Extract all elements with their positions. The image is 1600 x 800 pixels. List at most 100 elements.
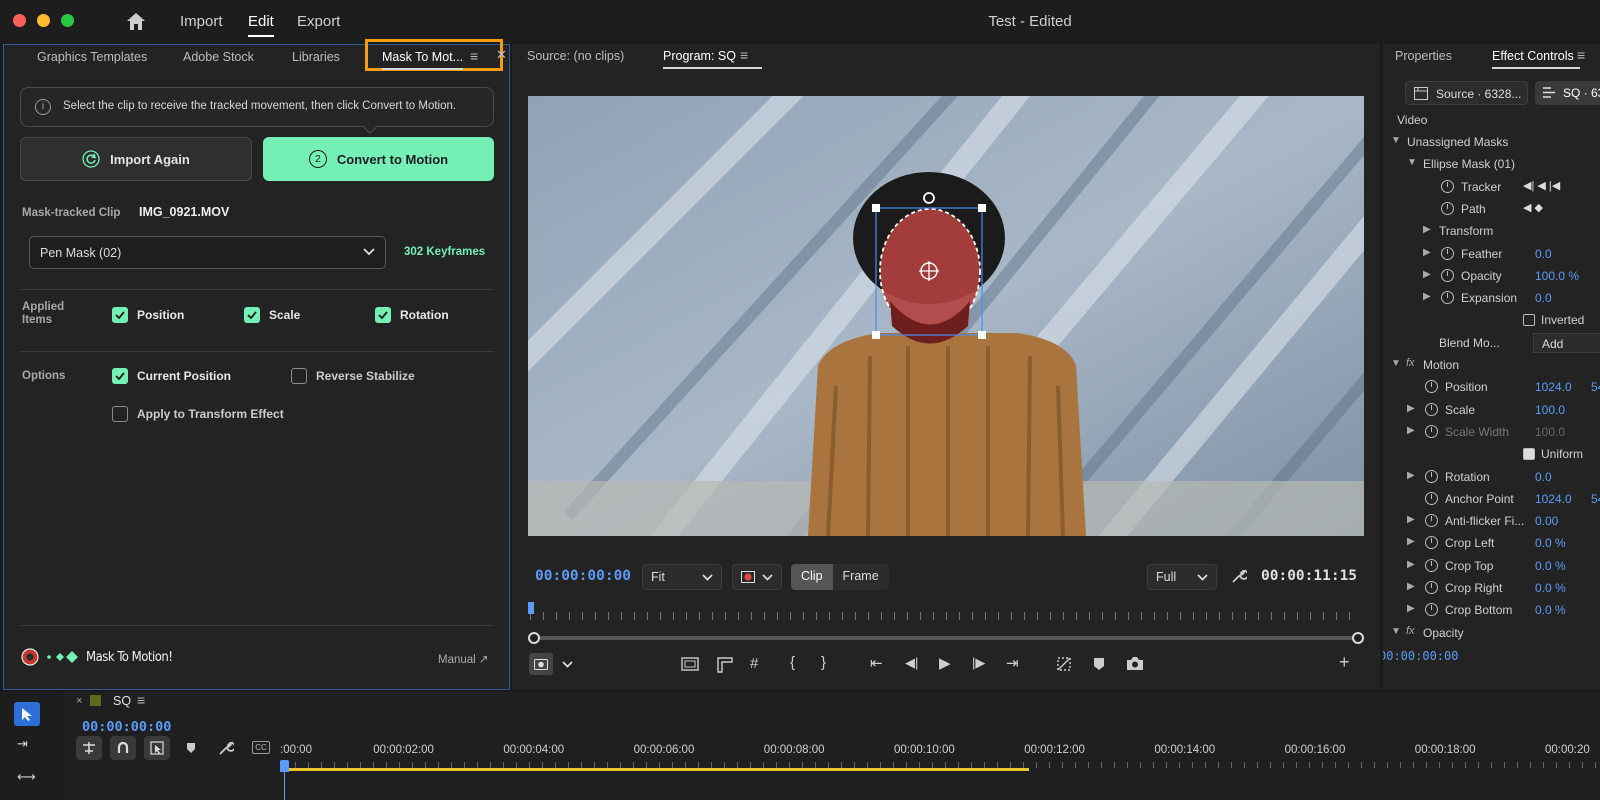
effect-row[interactable]: ▶ Crop Top 0.0 % <box>1383 555 1600 577</box>
play-icon[interactable]: ▶ <box>939 654 951 672</box>
disclosure-collapsed-icon[interactable]: ▶ <box>1407 581 1415 592</box>
fx-badge-icon[interactable]: fx <box>1406 625 1415 637</box>
ruler-icon[interactable] <box>717 657 733 673</box>
nest-toggle-button[interactable] <box>76 736 102 760</box>
disclosure-expanded-icon[interactable]: ▼ <box>1391 135 1401 146</box>
timeline-timecode[interactable]: 00:00:00:00 <box>82 719 171 735</box>
checkbox-reverse-stabilize[interactable]: Reverse Stabilize <box>291 368 415 384</box>
effect-row-value[interactable]: 0.0 % <box>1535 559 1566 573</box>
disclosure-collapsed-icon[interactable]: ▶ <box>1407 536 1415 547</box>
effect-row[interactable]: ▶ Scale 100.0 <box>1383 399 1600 421</box>
disclosure-collapsed-icon[interactable]: ▶ <box>1407 470 1415 481</box>
checkbox-position[interactable]: Position <box>112 307 184 323</box>
zoom-handle-right[interactable] <box>1352 632 1364 644</box>
effect-row[interactable]: ▶ Scale Width 100.0 <box>1383 421 1600 443</box>
effect-row[interactable]: Uniform <box>1383 443 1600 465</box>
effect-row-value[interactable]: 100.0 % <box>1535 269 1579 283</box>
current-timecode[interactable]: 00:00:00:00 <box>535 568 631 584</box>
sequence-menu-icon[interactable]: ≡ <box>137 692 145 708</box>
effect-row[interactable]: ▶ Feather 0.0 <box>1383 243 1600 265</box>
stopwatch-icon[interactable] <box>1425 380 1438 394</box>
panel-menu-icon[interactable]: ≡ <box>470 48 478 64</box>
monitor-time-ruler[interactable] <box>530 612 1358 620</box>
disclosure-collapsed-icon[interactable]: ▶ <box>1423 269 1431 280</box>
effect-row[interactable]: Inverted <box>1383 309 1600 331</box>
disclosure-collapsed-icon[interactable]: ▶ <box>1407 514 1415 525</box>
timeline-settings-wrench-icon[interactable] <box>218 740 234 756</box>
step-forward-icon[interactable]: |▶ <box>972 655 985 671</box>
tab-mask-to-motion[interactable]: Mask To Mot... <box>382 50 464 70</box>
effect-row-value[interactable]: 0.0 % <box>1535 536 1566 550</box>
tab-program[interactable]: Program: SQ <box>663 49 762 69</box>
effect-row[interactable]: Blend Mo... Add <box>1383 332 1600 354</box>
frame-toggle-button[interactable]: Frame <box>833 564 889 590</box>
stopwatch-icon[interactable] <box>1425 402 1438 416</box>
panel-menu-icon[interactable]: ≡ <box>1577 47 1585 63</box>
effect-row-value-y[interactable]: 54 <box>1591 380 1600 394</box>
sequence-clip-chip[interactable]: SQ · 63 <box>1535 81 1600 105</box>
tab-properties[interactable]: Properties <box>1395 49 1452 63</box>
safe-margins-icon[interactable] <box>681 657 699 671</box>
effect-row[interactable]: ▼ Ellipse Mask (01) <box>1383 153 1600 175</box>
marker-icon[interactable] <box>1093 657 1105 671</box>
import-again-button[interactable]: Import Again <box>20 137 252 181</box>
effect-row[interactable]: ▶ Transform <box>1383 220 1600 242</box>
selection-tool-button[interactable] <box>14 702 40 726</box>
effect-row[interactable]: ▶ Opacity 100.0 % <box>1383 265 1600 287</box>
monitor-playhead[interactable] <box>528 602 534 614</box>
stopwatch-icon[interactable] <box>1425 558 1438 572</box>
mark-out-icon[interactable]: } <box>821 654 826 671</box>
ripple-edit-tool-icon[interactable]: ⟷ <box>17 769 36 785</box>
snap-button[interactable] <box>110 736 136 760</box>
tab-effect-controls[interactable]: Effect Controls <box>1492 49 1580 69</box>
disclosure-collapsed-icon[interactable]: ▶ <box>1423 224 1431 235</box>
add-button-icon[interactable]: + <box>1339 652 1350 673</box>
effect-row-value[interactable]: 0.0 % <box>1535 581 1566 595</box>
effect-row-value[interactable]: 0.0 <box>1535 470 1552 484</box>
effect-row-value[interactable]: 0.0 <box>1535 291 1552 305</box>
checkbox-box[interactable] <box>1523 314 1535 327</box>
checkbox-current-position[interactable]: Current Position <box>112 368 231 384</box>
close-sequence-icon[interactable]: × <box>76 695 82 707</box>
stopwatch-icon[interactable] <box>1425 469 1438 483</box>
go-to-in-icon[interactable]: ⇤ <box>870 654 883 672</box>
tab-adobe-stock[interactable]: Adobe Stock <box>183 50 254 64</box>
step-back-icon[interactable]: ◀| <box>905 655 918 671</box>
panel-splitter[interactable] <box>1380 44 1383 690</box>
linked-selection-button[interactable] <box>144 736 170 760</box>
stopwatch-icon[interactable] <box>1425 536 1438 550</box>
mark-in-icon[interactable]: { <box>790 654 795 671</box>
effect-row[interactable]: Anchor Point 1024.0 54 <box>1383 488 1600 510</box>
effect-row-value[interactable]: Add <box>1533 332 1600 353</box>
stopwatch-icon[interactable] <box>1441 179 1454 193</box>
keyframe-navigator-icon[interactable]: ◀ ◆ <box>1523 201 1543 214</box>
go-to-out-icon[interactable]: ⇥ <box>1006 654 1019 672</box>
timeline-playhead[interactable] <box>280 760 289 772</box>
disclosure-collapsed-icon[interactable]: ▶ <box>1407 403 1415 414</box>
keyframe-navigator-icon[interactable]: ◀| ◀ |◀ <box>1523 179 1560 192</box>
effect-row[interactable]: ▶ Expansion 0.0 <box>1383 287 1600 309</box>
disclosure-collapsed-icon[interactable]: ▶ <box>1423 291 1431 302</box>
track-select-tool-icon[interactable]: ⇥ <box>17 736 28 752</box>
playback-resolution-select[interactable]: Full <box>1147 564 1217 590</box>
effect-row[interactable]: ▶ Crop Bottom 0.0 % <box>1383 599 1600 621</box>
zoom-scroll-bar[interactable] <box>534 636 1360 640</box>
export-frame-icon[interactable] <box>1126 656 1144 671</box>
chevron-down-icon[interactable] <box>562 661 573 668</box>
stopwatch-icon[interactable] <box>1425 581 1438 594</box>
sequence-name[interactable]: SQ <box>113 694 131 708</box>
effect-row-value[interactable]: 1024.0 <box>1535 380 1572 394</box>
disclosure-collapsed-icon[interactable]: ▶ <box>1407 425 1415 436</box>
stopwatch-icon[interactable] <box>1441 246 1454 260</box>
timeline-ruler[interactable]: :00:00 00:00:02:00 00:00:04:00 00:00:06:00 0… <box>280 740 1600 762</box>
grid-icon[interactable]: # <box>750 655 758 672</box>
fx-badge-icon[interactable]: fx <box>1406 357 1415 369</box>
effect-row[interactable]: ▶ Crop Left 0.0 % <box>1383 532 1600 554</box>
stopwatch-icon[interactable] <box>1441 268 1454 282</box>
tab-graphics-templates[interactable]: Graphics Templates <box>37 50 147 64</box>
effect-row[interactable]: ▼ Unassigned Masks <box>1383 131 1600 153</box>
effect-row[interactable]: ▶ Rotation 0.0 <box>1383 466 1600 488</box>
effect-row[interactable]: Position 1024.0 54 <box>1383 376 1600 398</box>
clip-toggle-button[interactable]: Clip <box>791 564 833 590</box>
effect-row-value[interactable]: 100.0 <box>1535 403 1565 417</box>
